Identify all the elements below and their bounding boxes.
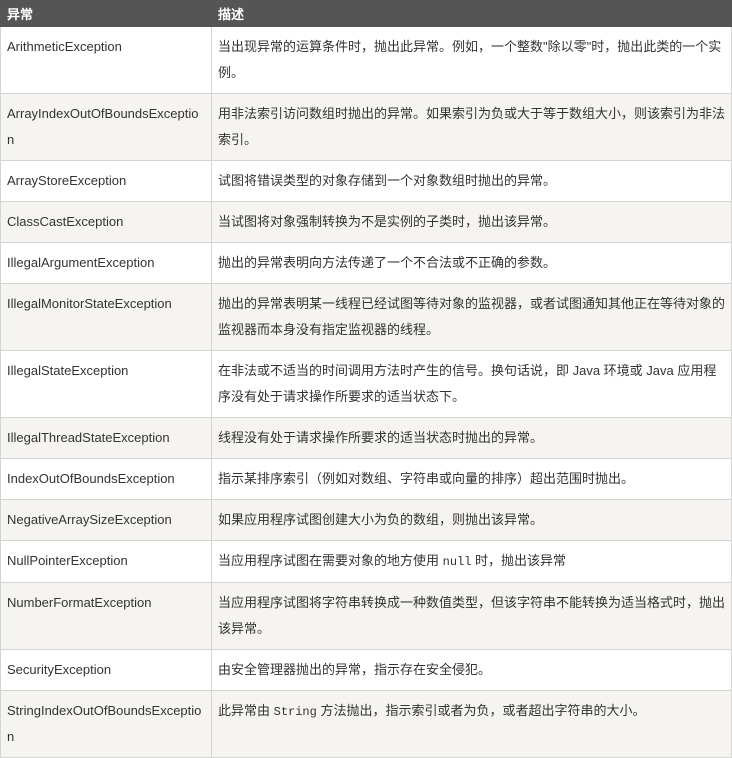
- exception-description: 在非法或不适当的时间调用方法时产生的信号。换句话说，即 Java 环境或 Jav…: [211, 350, 732, 418]
- table-row: NumberFormatException 当应用程序试图将字符串转换成一种数值…: [0, 582, 732, 650]
- table-row: ArrayStoreException 试图将错误类型的对象存储到一个对象数组时…: [0, 160, 732, 202]
- exception-description: 当出现异常的运算条件时，抛出此异常。例如，一个整数"除以零"时，抛出此类的一个实…: [211, 26, 732, 94]
- exceptions-table: 异常 描述 ArithmeticException 当出现异常的运算条件时，抛出…: [0, 0, 732, 758]
- exception-description: 由安全管理器抛出的异常，指示存在安全侵犯。: [211, 649, 732, 691]
- exception-description: 用非法索引访问数组时抛出的异常。如果索引为负或大于等于数组大小，则该索引为非法索…: [211, 93, 732, 161]
- table-row: ClassCastException 当试图将对象强制转换为不是实例的子类时，抛…: [0, 201, 732, 243]
- exception-name: NegativeArraySizeException: [0, 499, 212, 541]
- table-row: NegativeArraySizeException 如果应用程序试图创建大小为…: [0, 499, 732, 541]
- exception-description: 线程没有处于请求操作所要求的适当状态时抛出的异常。: [211, 417, 732, 459]
- exception-description: 抛出的异常表明某一线程已经试图等待对象的监视器，或者试图通知其他正在等待对象的监…: [211, 283, 732, 351]
- exception-name: StringIndexOutOfBoundsException: [0, 690, 212, 758]
- exception-description: 如果应用程序试图创建大小为负的数组，则抛出该异常。: [211, 499, 732, 541]
- description-text: 时，抛出该异常: [471, 553, 567, 568]
- exception-name: NumberFormatException: [0, 582, 212, 650]
- table-row: ArithmeticException 当出现异常的运算条件时，抛出此异常。例如…: [0, 26, 732, 94]
- exception-description: 当应用程序试图在需要对象的地方使用 null 时，抛出该异常: [211, 540, 732, 583]
- exception-name: IndexOutOfBoundsException: [0, 458, 212, 500]
- table-header-row: 异常 描述: [0, 0, 732, 27]
- table-row: IllegalStateException 在非法或不适当的时间调用方法时产生的…: [0, 350, 732, 418]
- description-text: 当应用程序试图在需要对象的地方使用: [218, 553, 443, 568]
- exception-name: IllegalMonitorStateException: [0, 283, 212, 351]
- exception-description: 此异常由 String 方法抛出，指示索引或者为负，或者超出字符串的大小。: [211, 690, 732, 758]
- header-description: 描述: [211, 0, 732, 27]
- exception-description: 试图将错误类型的对象存储到一个对象数组时抛出的异常。: [211, 160, 732, 202]
- exception-name: ArrayStoreException: [0, 160, 212, 202]
- description-text: 此异常由: [218, 703, 274, 718]
- table-row: IllegalMonitorStateException 抛出的异常表明某一线程…: [0, 283, 732, 351]
- table-row: IllegalArgumentException 抛出的异常表明向方法传递了一个…: [0, 242, 732, 284]
- exception-description: 抛出的异常表明向方法传递了一个不合法或不正确的参数。: [211, 242, 732, 284]
- exception-description: 指示某排序索引（例如对数组、字符串或向量的排序）超出范围时抛出。: [211, 458, 732, 500]
- exception-name: ArithmeticException: [0, 26, 212, 94]
- exception-name: NullPointerException: [0, 540, 212, 583]
- table-row: IllegalThreadStateException 线程没有处于请求操作所要…: [0, 417, 732, 459]
- exception-name: SecurityException: [0, 649, 212, 691]
- exception-description: 当试图将对象强制转换为不是实例的子类时，抛出该异常。: [211, 201, 732, 243]
- table-row: NullPointerException 当应用程序试图在需要对象的地方使用 n…: [0, 540, 732, 583]
- table-row: StringIndexOutOfBoundsException 此异常由 Str…: [0, 690, 732, 758]
- table-row: ArrayIndexOutOfBoundsException 用非法索引访问数组…: [0, 93, 732, 161]
- exception-name: IllegalThreadStateException: [0, 417, 212, 459]
- header-exception: 异常: [0, 0, 212, 27]
- exception-name: ClassCastException: [0, 201, 212, 243]
- description-text: 方法抛出，指示索引或者为负，或者超出字符串的大小。: [316, 703, 646, 718]
- exception-name: IllegalArgumentException: [0, 242, 212, 284]
- inline-code: null: [442, 555, 472, 569]
- exception-name: ArrayIndexOutOfBoundsException: [0, 93, 212, 161]
- inline-code: String: [273, 705, 317, 719]
- table-row: SecurityException 由安全管理器抛出的异常，指示存在安全侵犯。: [0, 649, 732, 691]
- exception-name: IllegalStateException: [0, 350, 212, 418]
- table-row: IndexOutOfBoundsException 指示某排序索引（例如对数组、…: [0, 458, 732, 500]
- exception-description: 当应用程序试图将字符串转换成一种数值类型，但该字符串不能转换为适当格式时，抛出该…: [211, 582, 732, 650]
